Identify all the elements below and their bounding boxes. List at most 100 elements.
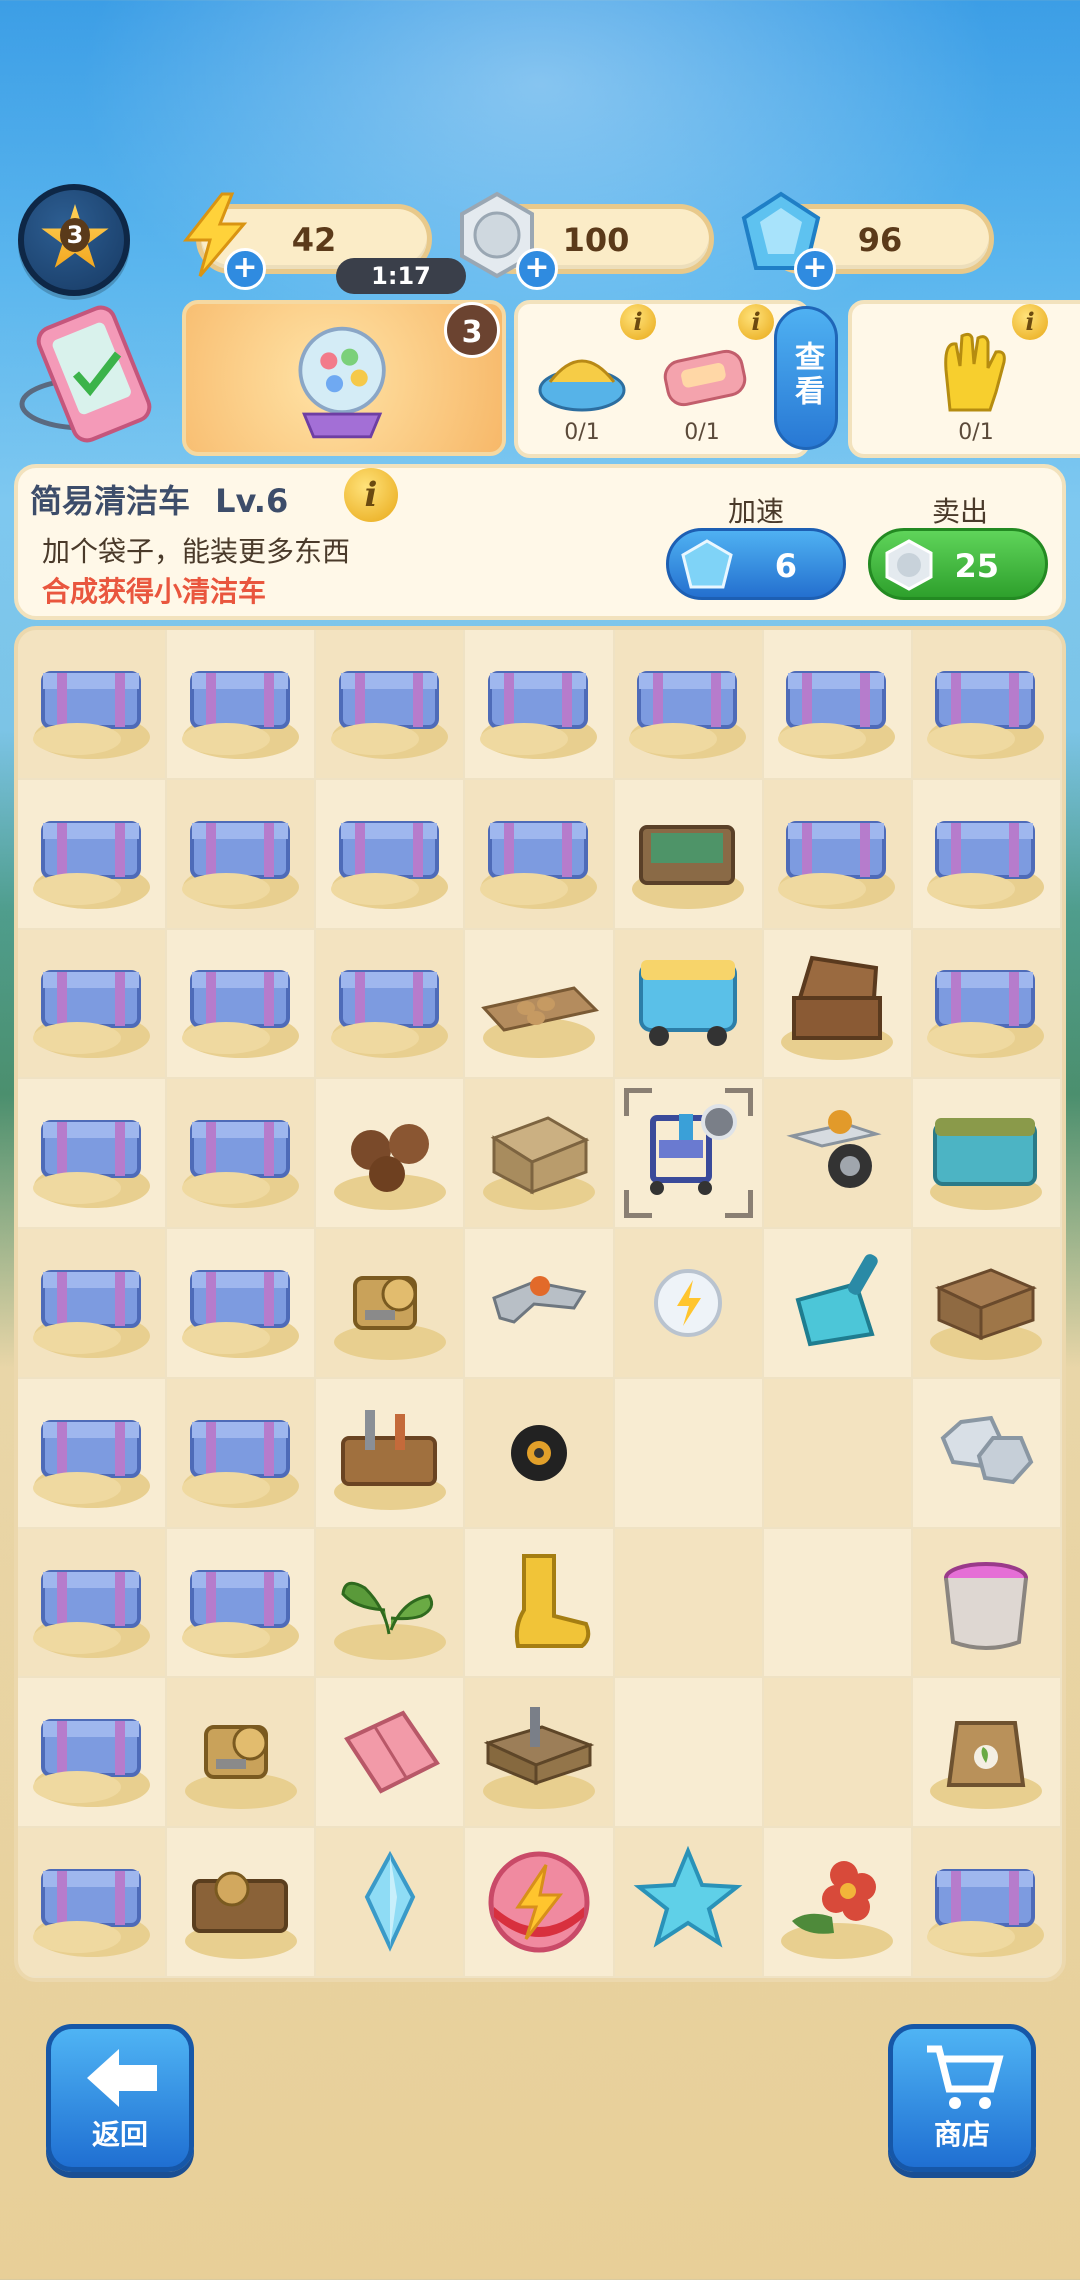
board-cell[interactable] — [614, 929, 764, 1080]
board-cell[interactable] — [18, 1528, 168, 1679]
sandal-icon — [538, 359, 626, 412]
board-cell-empty[interactable] — [614, 1678, 764, 1829]
caster-wheel-icon — [786, 1110, 882, 1189]
board-cell[interactable] — [614, 1828, 764, 1978]
crate-icon — [181, 1569, 299, 1658]
board-cell[interactable] — [614, 1229, 764, 1379]
add-gems-button[interactable]: + — [794, 248, 836, 290]
board-cell[interactable] — [316, 1079, 466, 1230]
board-cell[interactable] — [614, 779, 764, 930]
board-cell[interactable] — [167, 1528, 317, 1679]
board-cell[interactable] — [614, 1079, 764, 1230]
view-order-button[interactable]: 查看 — [774, 306, 838, 450]
black-wheel-icon — [510, 1424, 567, 1481]
board-cell[interactable] — [465, 1828, 615, 1978]
board-cell[interactable] — [18, 1229, 168, 1379]
board-cell-empty[interactable] — [614, 1528, 764, 1679]
info-icon[interactable]: i — [620, 304, 656, 340]
board-cell[interactable] — [763, 1079, 913, 1230]
arrow-left-icon — [87, 2049, 157, 2107]
back-button[interactable]: 返回 — [46, 2024, 194, 2172]
sell-label: 卖出 — [931, 495, 988, 528]
board-cell[interactable] — [912, 1678, 1062, 1829]
sell-button[interactable]: 25 — [868, 528, 1048, 600]
board-cell[interactable] — [167, 1828, 317, 1978]
info-icon[interactable]: i — [1012, 304, 1048, 340]
board-cell[interactable] — [18, 1828, 168, 1978]
crate-icon — [32, 1120, 150, 1209]
shop-label: 商店 — [933, 2118, 990, 2151]
board-cell[interactable] — [763, 779, 913, 930]
board-cell[interactable] — [167, 1079, 317, 1230]
board-cell[interactable] — [912, 1528, 1062, 1679]
board-cell[interactable] — [316, 1678, 466, 1829]
board-cell[interactable] — [316, 1528, 466, 1679]
board-cell[interactable] — [316, 1229, 466, 1379]
board-cell[interactable] — [912, 779, 1062, 930]
board-cell[interactable] — [316, 1378, 466, 1529]
board-cell[interactable] — [18, 1079, 168, 1230]
board-cell[interactable] — [167, 1229, 317, 1379]
board-cell[interactable] — [465, 1528, 615, 1679]
board-cell[interactable] — [912, 630, 1062, 780]
board-cell[interactable] — [465, 1229, 615, 1379]
board-cell[interactable] — [167, 1378, 317, 1529]
speed-up-button[interactable]: 6 — [666, 528, 846, 600]
view-label: 查看 — [789, 341, 824, 409]
task-phone-icon[interactable] — [14, 304, 164, 444]
selection-frame — [619, 1083, 758, 1223]
player-level-badge[interactable]: 3 — [18, 184, 130, 296]
board-cell[interactable] — [316, 630, 466, 780]
gem-icon — [681, 539, 733, 589]
board-cell[interactable] — [167, 630, 317, 780]
board-cell[interactable] — [18, 929, 168, 1080]
board-cell[interactable] — [167, 929, 317, 1080]
board-cell[interactable] — [316, 779, 466, 930]
crate-icon — [181, 820, 299, 909]
board-cell[interactable] — [763, 1828, 913, 1978]
board-cell[interactable] — [465, 1378, 615, 1529]
board-cell-empty[interactable] — [763, 1678, 913, 1829]
order-progress: 0/1 — [564, 420, 600, 445]
board-cell[interactable] — [18, 1678, 168, 1829]
board-cell-empty[interactable] — [763, 1528, 913, 1679]
info-icon[interactable]: i — [738, 304, 774, 340]
board-cell[interactable] — [614, 630, 764, 780]
board-cell-empty[interactable] — [763, 1378, 913, 1529]
board-cell[interactable] — [912, 1828, 1062, 1978]
board-cell[interactable] — [316, 929, 466, 1080]
add-energy-button[interactable]: + — [224, 248, 266, 290]
board-cell[interactable] — [912, 1079, 1062, 1230]
crate-icon — [32, 1869, 150, 1958]
pink-wallet-icon — [343, 1710, 440, 1794]
item-info-icon[interactable]: i — [344, 468, 398, 522]
shop-button[interactable]: 商店 — [888, 2024, 1036, 2172]
board-cell[interactable] — [912, 1229, 1062, 1379]
board-cell[interactable] — [18, 1378, 168, 1529]
energy-orb-small-icon — [654, 1268, 723, 1337]
board-cell[interactable] — [763, 1229, 913, 1379]
board-cell[interactable] — [763, 630, 913, 780]
board-cell[interactable] — [465, 779, 615, 930]
board-cell[interactable] — [763, 929, 913, 1080]
sprout-icon — [333, 1581, 446, 1660]
paint-bucket-icon — [944, 1561, 1029, 1650]
crate-icon — [181, 670, 299, 759]
gacha-count-badge: 3 — [444, 302, 500, 358]
gold-gears-icon — [184, 1725, 297, 1810]
add-coins-button[interactable]: + — [516, 248, 558, 290]
board-cell-empty[interactable] — [614, 1378, 764, 1529]
board-cell[interactable] — [18, 630, 168, 780]
board-cell[interactable] — [912, 1378, 1062, 1529]
board-cell[interactable] — [167, 1678, 317, 1829]
board-cell[interactable] — [465, 1678, 615, 1829]
board-cell[interactable] — [18, 779, 168, 930]
board-cell[interactable] — [912, 929, 1062, 1080]
board-cell[interactable] — [167, 779, 317, 930]
board-cell[interactable] — [465, 929, 615, 1080]
rain-boot-icon — [514, 1553, 591, 1648]
wooden-box-icon — [482, 1116, 595, 1211]
board-cell[interactable] — [465, 1079, 615, 1230]
board-cell[interactable] — [465, 630, 615, 780]
board-cell[interactable] — [316, 1828, 466, 1978]
